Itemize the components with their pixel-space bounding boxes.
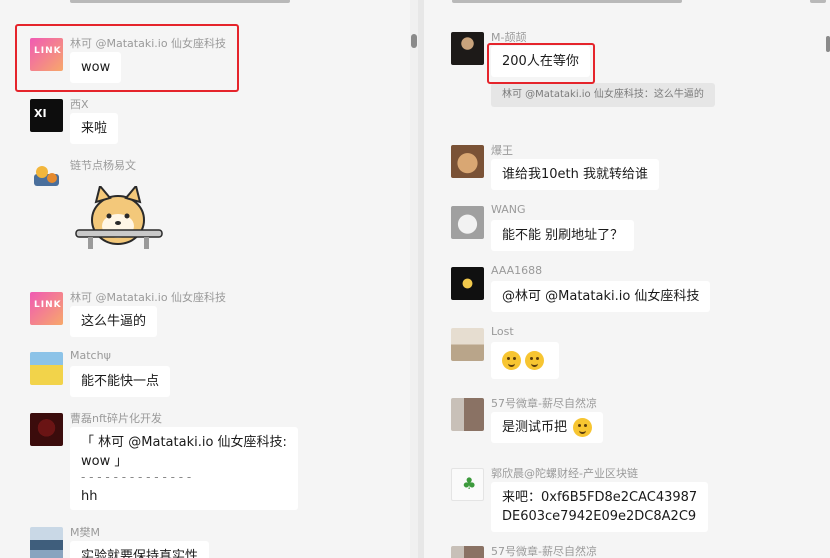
- quoted-reply-bubble[interactable]: 「 林可 @Matataki.io 仙女座科技: wow 」 - - - - -…: [70, 427, 298, 510]
- message-bubble[interactable]: 谁给我10eth 我就转给谁: [491, 159, 660, 190]
- message-text-line: 来吧：0xf6B5FD8e2CAC43987: [502, 490, 698, 505]
- chat-message[interactable]: XI 西X 来啦: [30, 98, 330, 147]
- lost-avatar-icon[interactable]: [451, 328, 484, 361]
- sender-name: 57号微章-薪尽自然凉: [491, 545, 597, 558]
- cut-off-header: [810, 0, 826, 9]
- cat-avatar-icon[interactable]: [451, 206, 484, 239]
- cut-off-header: [70, 0, 290, 9]
- message-bubble[interactable]: 能不能快一点: [70, 366, 171, 397]
- chat-message[interactable]: Lost: [451, 325, 751, 386]
- sender-name: AAA1688: [491, 264, 543, 277]
- sender-name: 曹磊nft碎片化开发: [70, 412, 162, 425]
- sender-name: WANG: [491, 203, 526, 216]
- chat-message[interactable]: Matchψ 能不能快一点: [30, 349, 330, 400]
- message-text-line: DE603ce7942E09e2DC8A2C9: [502, 509, 697, 524]
- sender-name: 链节点杨易文: [70, 159, 136, 172]
- dark-portrait-avatar-icon[interactable]: [451, 32, 484, 65]
- link-avatar-icon[interactable]: LINK: [30, 292, 63, 325]
- monkey-avatar-icon[interactable]: [451, 145, 484, 178]
- chat-message[interactable]: 曹磊nft碎片化开发 「 林可 @Matataki.io 仙女座科技: wow …: [30, 412, 330, 513]
- quoted-text: 「 林可 @Matataki.io 仙女座科技:: [81, 435, 287, 450]
- quoted-message[interactable]: 林可 @Matataki.io 仙女座科技：这么牛逼的: [491, 83, 715, 107]
- chat-message[interactable]: 链节点杨易文: [30, 159, 330, 260]
- message-text: 是测试币把: [502, 420, 568, 435]
- sender-name: 爆王: [491, 144, 513, 157]
- landscape-avatar-icon[interactable]: [30, 527, 63, 558]
- reply-text: hh: [81, 489, 98, 504]
- chat-message[interactable]: 57号微章-薪尽自然凉 是测试币把: [451, 397, 751, 448]
- left-chat-pane: LINK 林可 @Matataki.io 仙女座科技 wow XI 西X 来啦 …: [0, 0, 418, 558]
- quote-separator: - - - - - - - - - - - - - -: [81, 470, 192, 484]
- sender-name: 林可 @Matataki.io 仙女座科技: [70, 291, 227, 304]
- smile-emoji-icon: [502, 351, 521, 370]
- chat-message[interactable]: ♣ 郭欣晨@陀螺财经-产业区块链 来吧：0xf6B5FD8e2CAC43987 …: [451, 467, 771, 536]
- sender-name: M樊M: [70, 526, 100, 539]
- chain-node-avatar-icon[interactable]: [30, 160, 63, 193]
- shiba-dog-sticker[interactable]: [74, 186, 164, 252]
- smile-emoji-icon: [525, 351, 544, 370]
- quoted-text: wow 」: [81, 454, 128, 469]
- right-chat-pane: M-颉颉 200人在等你 林可 @Matataki.io 仙女座科技：这么牛逼的…: [424, 0, 830, 558]
- black-avatar-icon[interactable]: [451, 267, 484, 300]
- xi-avatar-icon[interactable]: XI: [30, 99, 63, 132]
- chat-message[interactable]: M樊M 实验就要保持真实性: [30, 526, 330, 558]
- girl-avatar-icon[interactable]: [451, 398, 484, 431]
- chat-message[interactable]: LINK 林可 @Matataki.io 仙女座科技 这么牛逼的: [30, 291, 330, 340]
- message-bubble[interactable]: 是测试币把: [491, 412, 604, 443]
- chat-message[interactable]: 爆王 谁给我10eth 我就转给谁: [451, 144, 751, 193]
- right-scrollbar-thumb[interactable]: [826, 36, 830, 52]
- sender-name: 西X: [70, 98, 89, 111]
- message-bubble[interactable]: 这么牛逼的: [70, 306, 158, 337]
- message-bubble[interactable]: 实验就要保持真实性: [70, 541, 210, 558]
- spongebob-avatar-icon[interactable]: [30, 352, 63, 385]
- message-bubble[interactable]: 来啦: [70, 113, 119, 144]
- sprout-avatar-icon[interactable]: ♣: [451, 468, 484, 501]
- chat-message[interactable]: 57号微章-薪尽自然凉: [451, 545, 751, 558]
- message-bubble[interactable]: 来吧：0xf6B5FD8e2CAC43987 DE603ce7942E09e2D…: [491, 482, 709, 532]
- message-bubble[interactable]: @林可 @Matataki.io 仙女座科技: [491, 281, 711, 312]
- highlight-box: [15, 24, 239, 92]
- chat-message[interactable]: AAA1688 @林可 @Matataki.io 仙女座科技: [451, 264, 771, 315]
- sender-name: Lost: [491, 325, 514, 338]
- left-scrollbar-thumb[interactable]: [411, 34, 417, 48]
- sender-name: Matchψ: [70, 349, 111, 362]
- chat-message[interactable]: WANG 能不能 别刷地址了？: [451, 203, 751, 254]
- girl-avatar-icon[interactable]: [451, 546, 484, 558]
- left-scrollbar-track[interactable]: [410, 0, 418, 558]
- sender-name: 57号微章-薪尽自然凉: [491, 397, 597, 410]
- emoji-bubble[interactable]: [491, 342, 559, 379]
- highlight-box: [487, 43, 595, 84]
- laughing-emoji-icon: [573, 418, 593, 437]
- red-avatar-icon[interactable]: [30, 413, 63, 446]
- cut-off-header: [452, 0, 682, 9]
- sender-name: 郭欣晨@陀螺财经-产业区块链: [491, 467, 638, 480]
- message-bubble[interactable]: 能不能 别刷地址了？: [491, 220, 635, 251]
